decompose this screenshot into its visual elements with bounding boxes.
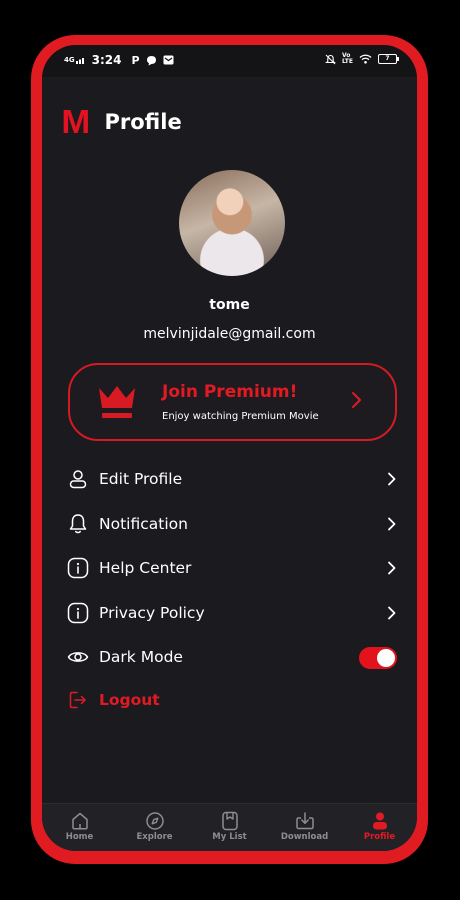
chevron-right-icon xyxy=(388,606,396,620)
bell-icon xyxy=(67,513,89,535)
download-icon xyxy=(267,810,342,832)
wifi-icon xyxy=(359,54,372,64)
nav-label-download: Download xyxy=(280,832,329,842)
bottom-nav: Home Explore My List Download Profile xyxy=(42,803,417,851)
app-logo: M xyxy=(61,103,90,140)
page-title: Profile xyxy=(104,109,182,134)
logout-button[interactable]: Logout xyxy=(67,685,397,715)
menu-label-dark-mode: Dark Mode xyxy=(99,648,183,666)
chevron-right-icon xyxy=(388,472,396,486)
menu-item-notification[interactable]: Notification xyxy=(67,509,397,539)
mail-icon xyxy=(163,55,174,65)
profile-name: tome xyxy=(209,297,250,313)
toggle-knob xyxy=(377,649,395,667)
profile-email: melvinjidale@gmail.com xyxy=(143,326,316,342)
logout-label: Logout xyxy=(99,691,160,709)
chevron-right-icon xyxy=(388,561,396,575)
nav-label-home: Home xyxy=(65,832,94,842)
join-premium-card[interactable]: Join Premium! Enjoy watching Premium Mov… xyxy=(68,363,397,441)
network-indicator: 4G xyxy=(64,56,86,64)
chevron-right-icon xyxy=(388,517,396,531)
user-icon xyxy=(67,468,89,490)
info-icon xyxy=(67,557,89,579)
status-bar: 4G 3:24 P Vo LTE 7 xyxy=(42,45,417,77)
logout-icon xyxy=(67,689,89,711)
info-icon xyxy=(67,602,89,624)
message-icon xyxy=(146,55,156,65)
phone-frame: 4G 3:24 P Vo LTE 7 M Profile tome melvin… xyxy=(31,35,428,864)
screen: 4G 3:24 P Vo LTE 7 M Profile tome melvin… xyxy=(42,45,417,851)
dark-mode-toggle[interactable] xyxy=(359,647,397,669)
status-right: Vo LTE 7 xyxy=(324,52,399,65)
menu-item-edit-profile[interactable]: Edit Profile xyxy=(67,464,397,494)
app-header: M Profile xyxy=(61,103,182,140)
person-icon xyxy=(342,810,417,832)
bookmark-icon xyxy=(192,810,267,832)
battery-icon: 7 xyxy=(378,54,399,64)
avatar[interactable] xyxy=(179,170,285,276)
nav-explore[interactable]: Explore xyxy=(117,810,192,842)
menu-label-edit-profile: Edit Profile xyxy=(99,470,183,488)
nav-label-explore: Explore xyxy=(136,832,173,842)
menu-label-privacy-policy: Privacy Policy xyxy=(99,604,205,622)
nav-home[interactable]: Home xyxy=(42,810,117,842)
compass-icon xyxy=(117,810,192,832)
eye-icon xyxy=(67,646,89,668)
nav-label-profile: Profile xyxy=(363,832,396,842)
premium-subtitle: Enjoy watching Premium Movie xyxy=(162,411,319,422)
p-icon: P xyxy=(131,53,140,67)
network-type: 4G xyxy=(64,56,75,64)
menu-label-notification: Notification xyxy=(99,515,188,533)
nav-my-list[interactable]: My List xyxy=(192,810,267,842)
volte-icon: Vo LTE xyxy=(341,52,353,65)
chevron-right-icon xyxy=(352,392,361,408)
nav-profile[interactable]: Profile xyxy=(342,810,417,842)
home-icon xyxy=(42,810,117,832)
menu-item-privacy-policy[interactable]: Privacy Policy xyxy=(67,598,397,628)
nav-download[interactable]: Download xyxy=(267,810,342,842)
signal-icon xyxy=(75,58,84,64)
crown-icon xyxy=(99,386,135,418)
premium-title: Join Premium! xyxy=(162,382,298,402)
clock: 3:24 xyxy=(91,53,122,67)
status-left: 4G 3:24 P xyxy=(64,53,174,67)
menu-label-help-center: Help Center xyxy=(99,559,192,577)
nav-label-my-list: My List xyxy=(212,832,247,842)
menu-item-dark-mode: Dark Mode xyxy=(67,642,397,672)
menu-item-help-center[interactable]: Help Center xyxy=(67,553,397,583)
mute-icon xyxy=(324,54,336,64)
